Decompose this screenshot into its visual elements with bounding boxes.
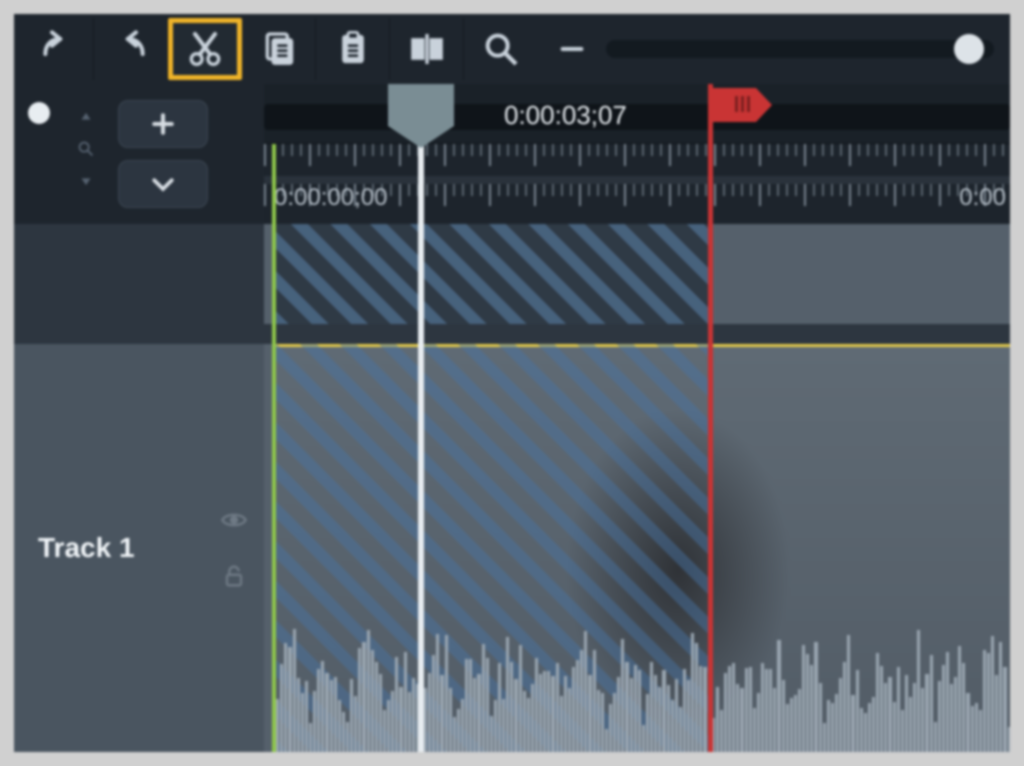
minus-icon	[558, 35, 586, 63]
zoom-slider-track[interactable]	[606, 40, 994, 58]
scissors-icon	[185, 29, 225, 69]
zoom-slider-knob[interactable]	[954, 34, 984, 64]
workspace: Track 1 0:00:03;07 0:00:00;00 0:00	[14, 84, 1010, 752]
playhead-time-label: 0:00:03;07	[504, 100, 627, 131]
sidebar-top-controls	[14, 84, 264, 224]
paste-icon	[333, 29, 373, 69]
clip-start-marker[interactable]	[272, 144, 276, 752]
selection-overlay-top	[272, 224, 708, 324]
track-row-icons	[220, 506, 248, 590]
selection-end-marker[interactable]	[708, 84, 713, 752]
redo-button[interactable]	[94, 18, 168, 80]
track-header[interactable]: Track 1	[14, 344, 264, 752]
paste-button[interactable]	[316, 18, 390, 80]
sidebar-gap	[14, 224, 264, 344]
add-track-button[interactable]	[118, 100, 208, 148]
tick-marks	[264, 144, 1010, 176]
expand-tracks-button[interactable]	[118, 160, 208, 208]
copy-button[interactable]	[242, 18, 316, 80]
undo-icon	[37, 29, 77, 69]
arrow-up-icon	[75, 110, 97, 132]
toolbar	[14, 14, 1010, 84]
time-ruler[interactable]: 0:00:03;07	[264, 84, 1010, 144]
mini-magnifier-icon	[75, 138, 97, 160]
ruler-time-start: 0:00:00;00	[274, 184, 387, 212]
marker-flag-icon	[708, 88, 756, 122]
track-sidebar: Track 1	[14, 84, 264, 752]
zoom-slider[interactable]	[538, 35, 1004, 63]
split-button[interactable]	[390, 18, 464, 80]
eye-icon[interactable]	[220, 506, 248, 534]
control-dot[interactable]	[28, 102, 50, 124]
copy-icon	[259, 29, 299, 69]
split-icon	[407, 29, 447, 69]
zoom-button[interactable]	[464, 18, 538, 80]
cut-button[interactable]	[168, 18, 242, 80]
plus-icon	[148, 109, 178, 139]
chevron-down-icon	[148, 169, 178, 199]
magnifier-icon	[481, 29, 521, 69]
redo-icon	[111, 29, 151, 69]
timeline[interactable]: 0:00:03;07 0:00:00;00 0:00	[264, 84, 1010, 752]
audio-waveform	[272, 622, 1010, 752]
video-editor-timeline: Track 1 0:00:03;07 0:00:00;00 0:00	[14, 14, 1010, 752]
playhead-handle[interactable]	[388, 84, 454, 126]
undo-button[interactable]	[20, 18, 94, 80]
clip-area[interactable]	[264, 224, 1010, 752]
playhead[interactable]	[418, 84, 424, 752]
track-name-label: Track 1	[38, 532, 135, 564]
lock-icon[interactable]	[220, 562, 248, 590]
arrow-down-icon	[75, 166, 97, 188]
ruler-time-next: 0:00	[959, 184, 1006, 212]
